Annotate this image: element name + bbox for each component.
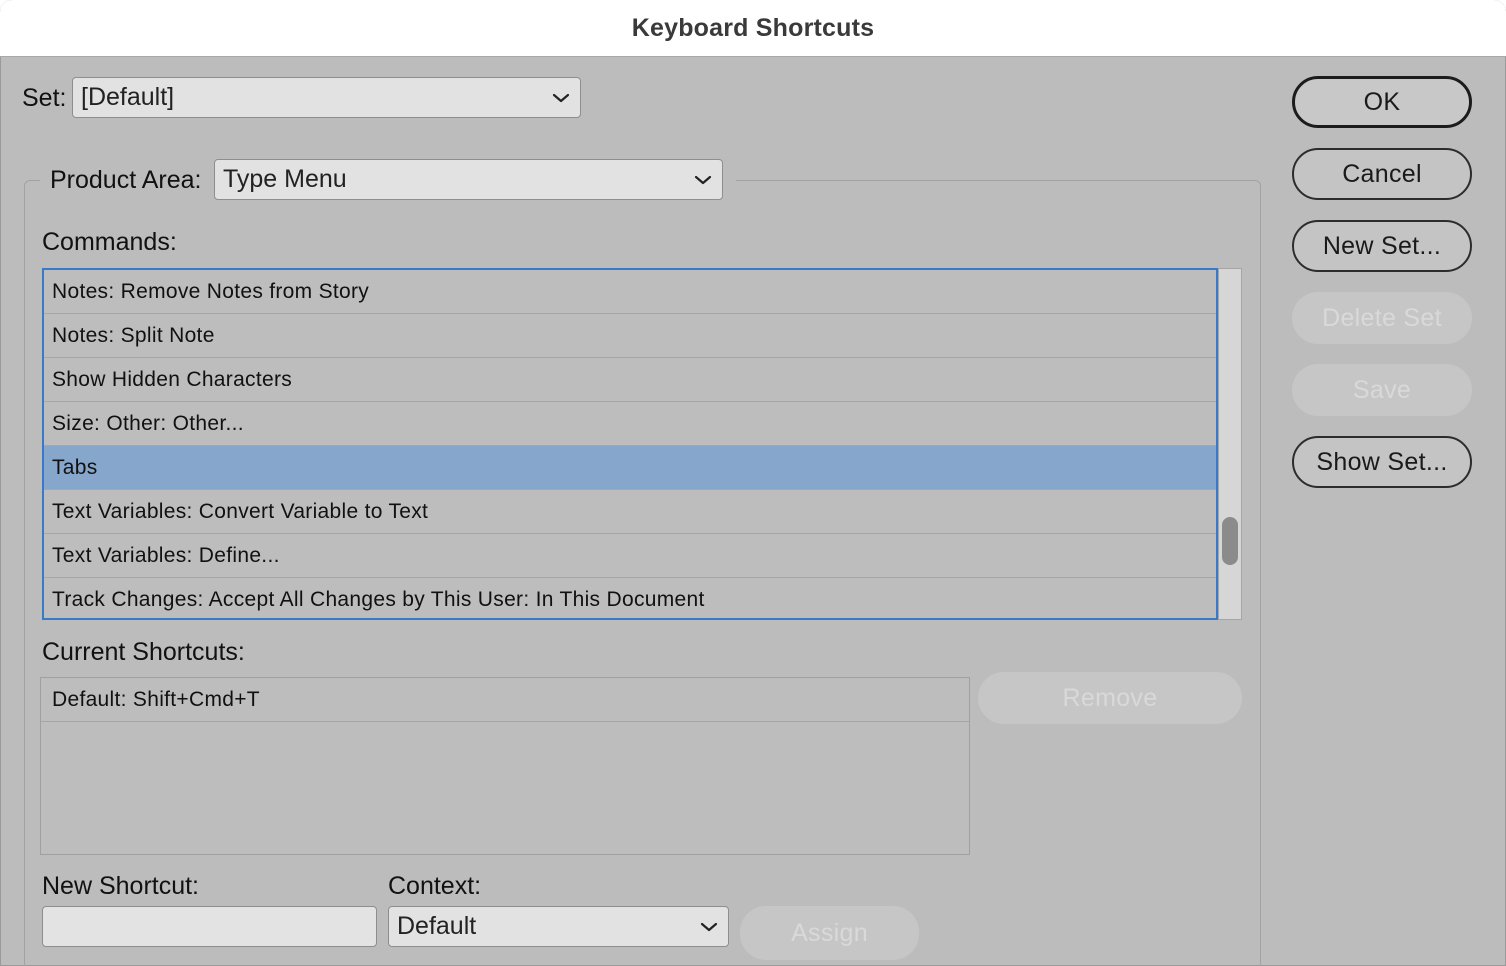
- new-shortcut-input[interactable]: [42, 906, 377, 947]
- product-area-label: Product Area:: [50, 166, 202, 194]
- cancel-button[interactable]: Cancel: [1292, 148, 1472, 200]
- list-item[interactable]: Default: Shift+Cmd+T: [41, 678, 969, 722]
- save-button[interactable]: Save: [1292, 364, 1472, 416]
- current-shortcuts-list[interactable]: Default: Shift+Cmd+T: [40, 677, 970, 855]
- list-item-selected[interactable]: Tabs: [44, 446, 1216, 490]
- chevron-down-icon: [690, 907, 728, 946]
- list-item[interactable]: Size: Other: Other...: [44, 402, 1216, 446]
- current-shortcuts-label: Current Shortcuts:: [42, 638, 245, 666]
- list-item[interactable]: Show Hidden Characters: [44, 358, 1216, 402]
- assign-button[interactable]: Assign: [740, 906, 919, 960]
- new-shortcut-label: New Shortcut:: [42, 872, 200, 900]
- product-area-dropdown-value: Type Menu: [223, 165, 347, 193]
- ok-button[interactable]: OK: [1292, 76, 1472, 128]
- context-label: Context:: [388, 872, 482, 900]
- commands-label: Commands:: [42, 228, 177, 256]
- remove-button[interactable]: Remove: [978, 672, 1242, 724]
- chevron-down-icon: [684, 160, 722, 199]
- list-item[interactable]: Track Changes: Accept All Changes by Thi…: [44, 578, 1216, 618]
- set-dropdown[interactable]: [Default]: [72, 77, 581, 118]
- list-item[interactable]: Notes: Split Note: [44, 314, 1216, 358]
- keyboard-shortcuts-dialog: Keyboard Shortcuts Set: [Default] Produc…: [0, 0, 1506, 966]
- list-item[interactable]: Text Variables: Convert Variable to Text: [44, 490, 1216, 534]
- context-dropdown-value: Default: [397, 912, 477, 940]
- commands-list[interactable]: Notes: Remove Notes from Story Notes: Sp…: [42, 268, 1218, 620]
- chevron-down-icon: [542, 78, 580, 117]
- delete-set-button[interactable]: Delete Set: [1292, 292, 1472, 344]
- commands-scrollbar[interactable]: [1218, 268, 1242, 620]
- dialog-title: Keyboard Shortcuts: [631, 13, 875, 42]
- show-set-button[interactable]: Show Set...: [1292, 436, 1472, 488]
- list-item[interactable]: Notes: Remove Notes from Story: [44, 270, 1216, 314]
- title-bar: Keyboard Shortcuts: [0, 0, 1506, 57]
- set-label: Set:: [22, 84, 67, 112]
- product-area-dropdown[interactable]: Type Menu: [214, 159, 723, 200]
- list-item[interactable]: Text Variables: Define...: [44, 534, 1216, 578]
- context-dropdown[interactable]: Default: [388, 906, 729, 947]
- scrollbar-thumb[interactable]: [1222, 517, 1238, 565]
- new-set-button[interactable]: New Set...: [1292, 220, 1472, 272]
- set-dropdown-value: [Default]: [81, 83, 175, 111]
